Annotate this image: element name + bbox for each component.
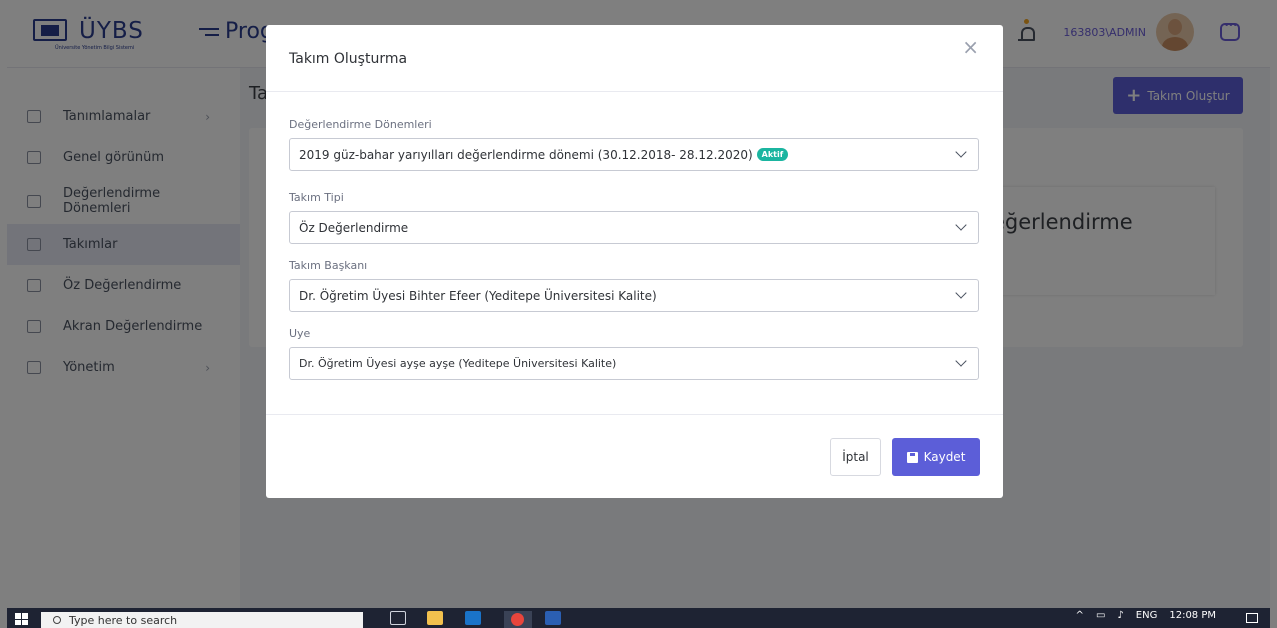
network-icon[interactable]: ▭ xyxy=(1096,610,1105,621)
chevron-down-icon xyxy=(954,287,970,303)
close-icon[interactable]: × xyxy=(962,37,979,57)
chevron-down-icon xyxy=(954,355,970,371)
team-type-label: Takım Tipi xyxy=(289,191,344,204)
period-label: Değerlendirme Dönemleri xyxy=(289,118,432,131)
team-leader-select[interactable]: Dr. Öğretim Üyesi Bihter Efeer (Yeditepe… xyxy=(289,279,979,312)
member-label: Uye xyxy=(289,327,311,340)
create-team-modal: Takım Oluşturma × Değerlendirme Dönemler… xyxy=(266,25,1003,498)
team-type-select[interactable]: Öz Değerlendirme xyxy=(289,211,979,244)
floppy-disk-icon xyxy=(906,451,918,463)
team-type-value: Öz Değerlendirme xyxy=(299,220,409,235)
modal-title: Takım Oluşturma xyxy=(289,51,408,67)
language-indicator[interactable]: ENG xyxy=(1136,610,1158,621)
chevron-down-icon xyxy=(954,219,970,235)
file-explorer-icon[interactable] xyxy=(427,611,443,625)
member-value: Dr. Öğretim Üyesi ayşe ayşe (Yeditepe Ün… xyxy=(299,357,617,370)
volume-icon[interactable]: ♪ xyxy=(1117,610,1123,621)
task-view-icon[interactable] xyxy=(390,611,406,625)
status-badge: Aktif xyxy=(756,148,789,161)
team-leader-value: Dr. Öğretim Üyesi Bihter Efeer (Yeditepe… xyxy=(299,288,657,303)
taskbar-search[interactable]: Type here to search xyxy=(41,612,363,628)
period-select[interactable]: 2019 güz-bahar yarıyılları değerlendirme… xyxy=(289,138,979,171)
windows-start-icon[interactable] xyxy=(15,613,28,625)
modal-header: Takım Oluşturma × xyxy=(266,25,1003,92)
cancel-button[interactable]: İptal xyxy=(830,438,881,476)
member-select[interactable]: Dr. Öğretim Üyesi ayşe ayşe (Yeditepe Ün… xyxy=(289,347,979,380)
search-icon xyxy=(53,616,61,624)
modal-footer: İptal Kaydet xyxy=(266,415,1003,497)
save-button[interactable]: Kaydet xyxy=(892,438,980,476)
period-value: 2019 güz-bahar yarıyılları değerlendirme… xyxy=(299,147,753,162)
notifications-icon[interactable] xyxy=(1246,613,1258,623)
tray-arrow-icon[interactable]: ^ xyxy=(1076,610,1084,621)
team-leader-label: Takım Başkanı xyxy=(289,259,368,272)
modal-body: Değerlendirme Dönemleri 2019 güz-bahar y… xyxy=(266,92,1003,415)
search-placeholder: Type here to search xyxy=(69,613,178,627)
outlook-icon[interactable] xyxy=(465,611,481,625)
save-label: Kaydet xyxy=(923,450,966,464)
chevron-down-icon xyxy=(954,146,970,162)
system-tray: ^ ▭ ♪ ENG 12:08 PM xyxy=(1064,610,1216,621)
windows-taskbar: Type here to search ^ ▭ ♪ ENG 12:08 PM xyxy=(7,608,1270,628)
clock[interactable]: 12:08 PM xyxy=(1169,610,1216,621)
chrome-icon[interactable] xyxy=(504,611,532,628)
word-icon[interactable] xyxy=(545,611,561,625)
